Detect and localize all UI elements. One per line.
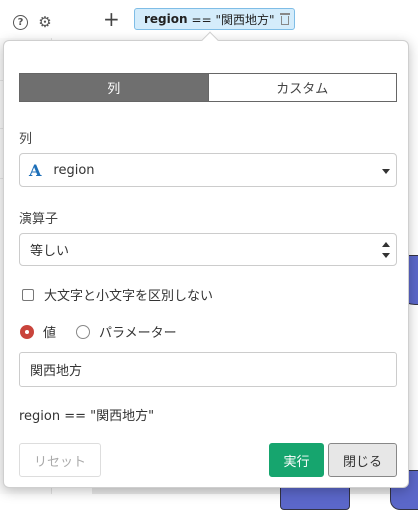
trash-icon[interactable] <box>279 13 290 25</box>
close-button[interactable]: 閉じる <box>328 443 397 477</box>
filter-chip-condition: == "関西地方" <box>191 12 275 27</box>
value-radio-label: 値 <box>43 326 57 341</box>
tab-column[interactable]: 列 <box>20 74 208 101</box>
filter-popover: 列 カスタム 列 A region 演算子 等しい 大文字と小文字を区別しない … <box>3 31 409 488</box>
reset-button[interactable]: リセット <box>19 443 101 477</box>
column-select[interactable]: A region <box>19 153 397 187</box>
operator-select-value: 等しい <box>30 244 70 259</box>
help-icon[interactable]: ? <box>13 15 28 30</box>
add-filter-button[interactable]: + <box>103 7 120 31</box>
chevron-down-icon <box>382 169 390 174</box>
case-insensitive-label: 大文字と小文字を区別しない <box>44 289 214 304</box>
popover-arrow <box>201 31 219 49</box>
case-insensitive-checkbox[interactable] <box>22 288 34 301</box>
run-button[interactable]: 実行 <box>269 443 324 477</box>
value-source-radio-group: 値 パラメーター <box>20 322 177 341</box>
gear-icon[interactable]: ⚙ <box>36 13 54 31</box>
operator-select[interactable]: 等しい <box>19 233 397 266</box>
filter-chip[interactable]: region == "関西地方" <box>134 8 295 30</box>
column-select-value: region <box>53 162 95 178</box>
expression-preview: region == "関西地方" <box>19 409 155 424</box>
filter-chip-column: region <box>144 12 188 26</box>
parameter-radio[interactable] <box>76 324 91 339</box>
select-arrows-icon <box>382 242 390 258</box>
case-insensitive-row: 大文字と小文字を区別しない <box>22 285 213 304</box>
tab-custom[interactable]: カスタム <box>207 74 396 101</box>
mode-segmented-control: 列 カスタム <box>19 73 397 102</box>
value-radio[interactable] <box>20 324 34 339</box>
parameter-radio-label: パラメーター <box>99 326 177 341</box>
operator-label: 演算子 <box>19 212 59 227</box>
string-type-icon: A <box>29 160 42 180</box>
value-input[interactable]: 関西地方 <box>19 352 397 387</box>
column-label: 列 <box>19 132 33 147</box>
